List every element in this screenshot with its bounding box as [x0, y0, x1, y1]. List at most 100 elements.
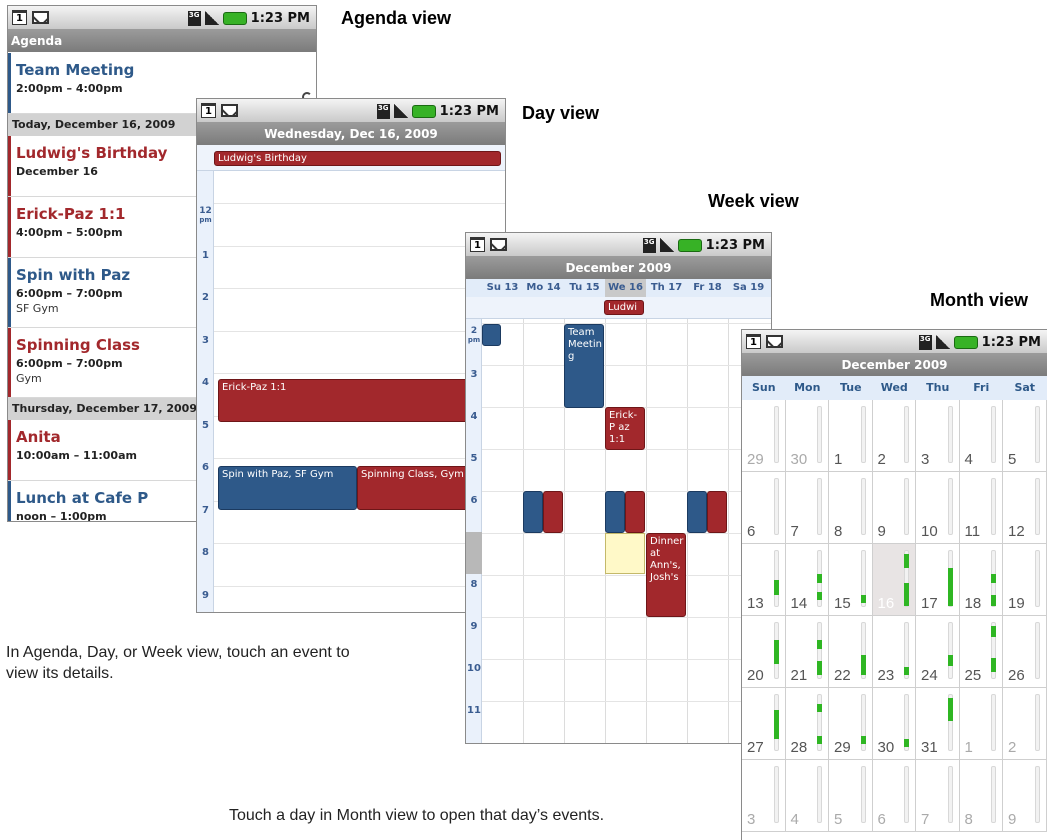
week-event[interactable]: Team Meetin g: [564, 324, 604, 408]
hour-label: 4: [202, 377, 209, 388]
month-day-cell[interactable]: 28: [785, 688, 829, 760]
day-number: 17: [921, 595, 938, 612]
week-hour-column: [466, 319, 482, 743]
event-color-bar: [8, 136, 11, 196]
month-day-cell[interactable]: 30: [785, 400, 829, 472]
week-event-block[interactable]: [687, 491, 707, 533]
month-day-cell[interactable]: 4: [959, 400, 1003, 472]
busy-track: [860, 406, 866, 463]
week-event-block[interactable]: [523, 491, 543, 533]
month-day-cell[interactable]: 5: [1003, 400, 1047, 472]
month-day-cell[interactable]: 2: [872, 400, 916, 472]
week-event-block[interactable]: [482, 324, 501, 346]
week-event[interactable]: Erick-P az 1:1: [605, 407, 645, 450]
hour-suffix: pm: [467, 336, 481, 344]
week-event[interactable]: Dinner at Ann's, Josh's: [646, 533, 686, 617]
signal-icon: [659, 238, 674, 252]
month-day-cell[interactable]: 31: [916, 688, 960, 760]
month-day-cell[interactable]: 3: [916, 400, 960, 472]
hour-label: 9: [470, 621, 478, 632]
month-day-cell[interactable]: 27: [742, 688, 786, 760]
hour-label: 8: [470, 579, 478, 590]
month-day-cell[interactable]: 15: [829, 544, 873, 616]
battery-icon: [677, 238, 702, 252]
busy-track: [1034, 694, 1040, 751]
month-day-cell[interactable]: 21: [785, 616, 829, 688]
month-day-cell[interactable]: 8: [959, 760, 1003, 832]
day-number: 4: [964, 451, 973, 468]
month-day-cell[interactable]: 29: [742, 400, 786, 472]
network-3g-icon: 3G: [376, 103, 390, 119]
week-day-label[interactable]: Sa 19: [728, 279, 769, 297]
month-day-cell[interactable]: 26: [1003, 616, 1047, 688]
day-event[interactable]: Spinning Class, Gym: [357, 466, 482, 510]
month-day-cell[interactable]: 8: [829, 472, 873, 544]
week-event-block[interactable]: [543, 491, 563, 533]
day-number: 30: [877, 739, 895, 756]
busy-bar: [991, 594, 996, 607]
month-day-cell[interactable]: 30: [872, 688, 916, 760]
status-bar: 1 3G 1:23 PM: [466, 233, 771, 257]
month-day-cell[interactable]: 6: [872, 760, 916, 832]
month-day-cell[interactable]: 12: [1003, 472, 1047, 544]
month-day-cell[interactable]: 1: [829, 400, 873, 472]
status-bar: 1 3G 1:23 PM: [742, 330, 1047, 354]
month-day-cell[interactable]: 6: [742, 472, 786, 544]
day-event[interactable]: Erick-Paz 1:1: [218, 379, 478, 422]
month-day-cell[interactable]: 25: [959, 616, 1003, 688]
week-event-block[interactable]: [625, 491, 645, 533]
month-day-cell[interactable]: 23: [872, 616, 916, 688]
day-number: 5: [1008, 451, 1017, 468]
week-day-label[interactable]: We 16: [605, 279, 646, 297]
agenda-event-time: 2:00pm – 4:00pm: [16, 82, 123, 95]
day-number: 2: [1008, 739, 1017, 756]
month-day-cell[interactable]: 1: [959, 688, 1003, 760]
month-day-cell[interactable]: 3: [742, 760, 786, 832]
month-day-cell[interactable]: 18: [959, 544, 1003, 616]
month-day-cell[interactable]: 10: [916, 472, 960, 544]
month-day-cell[interactable]: 22: [829, 616, 873, 688]
hour-number: 2: [470, 326, 478, 336]
month-day-cell[interactable]: 5: [829, 760, 873, 832]
week-event-block[interactable]: [707, 491, 727, 533]
week-day-label[interactable]: Th 17: [646, 279, 687, 297]
month-day-cell[interactable]: 9: [1003, 760, 1047, 832]
selected-slot[interactable]: [605, 533, 645, 574]
month-day-cell[interactable]: 7: [785, 472, 829, 544]
day-number: 2: [877, 451, 886, 468]
week-allday-event[interactable]: Ludwi: [604, 300, 644, 315]
day-event[interactable]: Spin with Paz, SF Gym: [218, 466, 357, 510]
busy-bar: [860, 594, 866, 604]
busy-bar: [904, 553, 909, 569]
week-event-block[interactable]: [605, 491, 625, 533]
busy-track: [991, 406, 996, 463]
month-day-cell[interactable]: 13: [742, 544, 786, 616]
day-allday-row: Ludwig's Birthday: [197, 145, 505, 171]
week-allday-row: Ludwi: [466, 297, 771, 319]
hour-label: 3: [202, 334, 209, 346]
month-day-cell[interactable]: 2: [1003, 688, 1047, 760]
week-day-label[interactable]: Fr 18: [687, 279, 728, 297]
month-day-cell[interactable]: 17: [916, 544, 960, 616]
day-number: 31: [921, 739, 938, 756]
month-day-cell[interactable]: 7: [916, 760, 960, 832]
hour-gridline: [214, 330, 505, 332]
hour-gridline: [482, 323, 771, 324]
month-day-cell[interactable]: 19: [1003, 544, 1047, 616]
month-day-cell[interactable]: 9: [872, 472, 916, 544]
month-day-cell[interactable]: 16: [872, 544, 916, 616]
month-day-cell[interactable]: 11: [959, 472, 1003, 544]
day-number: 1: [964, 739, 973, 756]
month-day-cell[interactable]: 4: [785, 760, 829, 832]
month-day-cell[interactable]: 29: [829, 688, 873, 760]
allday-event[interactable]: Ludwig's Birthday: [214, 151, 501, 166]
day-number: 30: [790, 451, 808, 468]
month-day-cell[interactable]: 24: [916, 616, 960, 688]
day-number: 6: [747, 523, 756, 540]
network-3g-icon: 3G: [918, 334, 932, 350]
week-day-label[interactable]: Mo 14: [523, 279, 564, 297]
week-day-label[interactable]: Tu 15: [564, 279, 605, 297]
month-day-cell[interactable]: 14: [785, 544, 829, 616]
week-day-label[interactable]: Su 13: [482, 279, 523, 297]
month-day-cell[interactable]: 20: [742, 616, 786, 688]
